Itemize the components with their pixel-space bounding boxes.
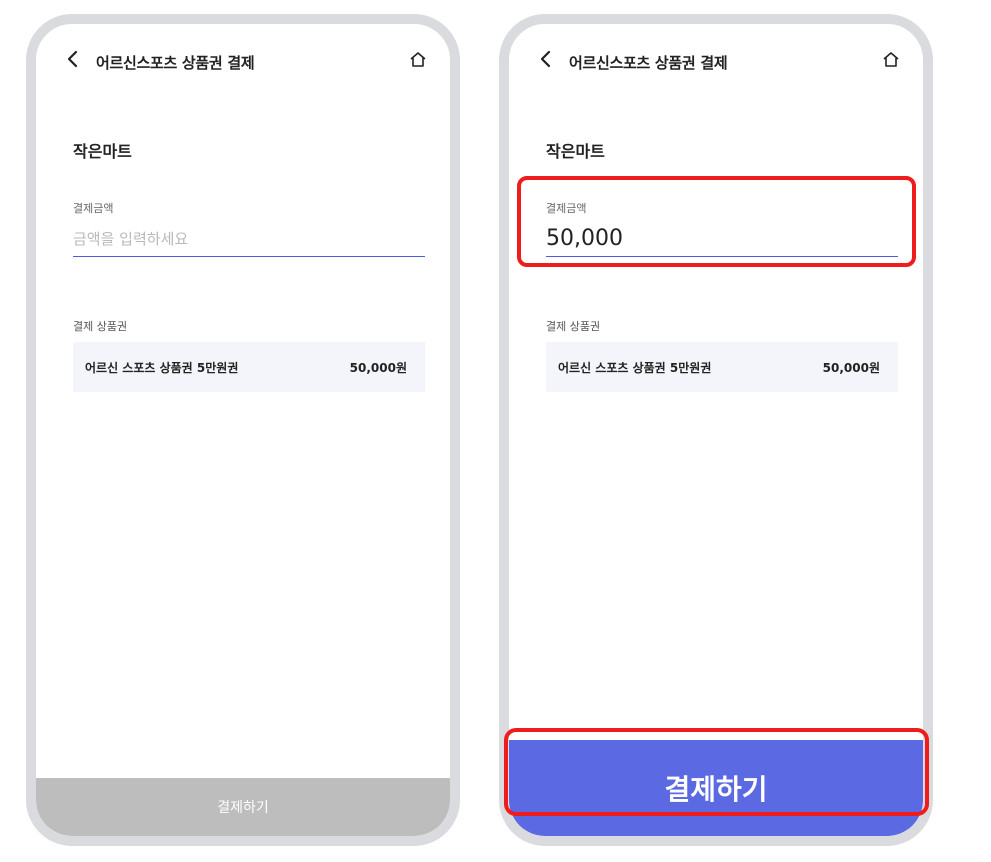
store-name: 작은마트 [73, 142, 132, 161]
voucher-section-label: 결제 상품권 [546, 320, 601, 333]
store-name: 작은마트 [546, 142, 605, 161]
page-title: 어르신스포츠 상품권 결제 [569, 54, 728, 72]
page-title: 어르신스포츠 상품권 결제 [96, 54, 255, 72]
voucher-name: 어르신 스포츠 상품권 5만원권 [85, 360, 239, 375]
voucher-item[interactable]: 어르신 스포츠 상품권 5만원권 50,000원 [73, 342, 425, 392]
chevron-left-icon[interactable] [62, 48, 84, 70]
app-header: 어르신스포츠 상품권 결제 [509, 24, 923, 88]
amount-input[interactable] [73, 221, 425, 257]
amount-label: 결제금액 [73, 202, 114, 215]
app-header: 어르신스포츠 상품권 결제 [36, 24, 450, 88]
amount-highlight-box [517, 176, 916, 267]
pay-button-highlight-box [504, 728, 929, 816]
voucher-item[interactable]: 어르신 스포츠 상품권 5만원권 50,000원 [546, 342, 898, 392]
voucher-price: 50,000원 [349, 360, 407, 375]
phone-screen-empty: 어르신스포츠 상품권 결제 작은마트 결제금액 결제 상품권 어르신 스포츠 상… [26, 14, 460, 846]
voucher-name: 어르신 스포츠 상품권 5만원권 [558, 360, 712, 375]
pay-button[interactable]: 결제하기 [36, 778, 450, 836]
home-icon[interactable] [881, 50, 901, 70]
chevron-left-icon[interactable] [535, 48, 557, 70]
voucher-section-label: 결제 상품권 [73, 320, 128, 333]
voucher-price: 50,000원 [822, 360, 880, 375]
phone-screen-filled: 어르신스포츠 상품권 결제 작은마트 결제금액 결제 상품권 어르신 스포츠 상… [499, 14, 933, 846]
home-icon[interactable] [408, 50, 428, 70]
